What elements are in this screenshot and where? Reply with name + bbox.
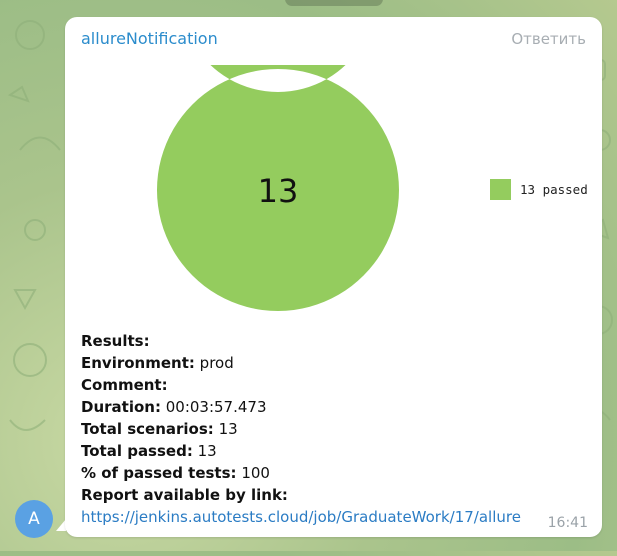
- legend-label-passed: 13 passed: [520, 182, 588, 197]
- environment-row: Environment: prod: [81, 354, 234, 372]
- chart-legend: 13 passed: [490, 179, 588, 200]
- legend-swatch-passed: [490, 179, 511, 200]
- duration-row: Duration: 00:03:57.473: [81, 398, 267, 416]
- date-pill: [285, 0, 383, 6]
- total-passed-row: Total passed: 13: [81, 442, 217, 460]
- report-link-label-row: Report available by link:: [81, 486, 288, 504]
- report-link-row: https://jenkins.autotests.cloud/job/Grad…: [81, 506, 521, 528]
- reply-button[interactable]: Ответить: [511, 30, 586, 48]
- report-info: Results: Environment: prod Comment: Dura…: [81, 330, 521, 528]
- results-row: Results:: [81, 332, 150, 350]
- donut-chart: 13: [157, 65, 399, 311]
- allure-chart: 13 13 passed: [65, 61, 602, 331]
- sender-name[interactable]: allureNotification: [81, 29, 218, 48]
- message-bubble: allureNotification Ответить 13 13 passed…: [65, 17, 602, 537]
- report-link[interactable]: https://jenkins.autotests.cloud/job/Grad…: [81, 508, 521, 526]
- avatar[interactable]: A: [15, 500, 53, 538]
- comment-row: Comment:: [81, 376, 168, 394]
- total-scenarios-row: Total scenarios: 13: [81, 420, 238, 438]
- donut-center-label: 13: [258, 172, 299, 210]
- message-time: 16:41: [547, 515, 588, 531]
- percent-passed-row: % of passed tests: 100: [81, 464, 270, 482]
